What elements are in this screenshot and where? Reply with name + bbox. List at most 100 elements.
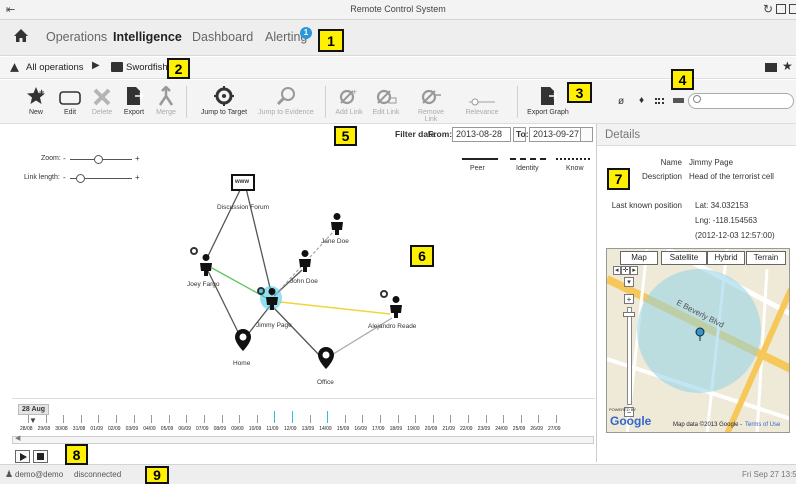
timeline-date-label: 17/09 [372, 426, 385, 432]
map-powered-by: POWERED BY [609, 407, 637, 412]
breadcrumb-root[interactable]: All operations [26, 62, 84, 73]
details-lat: Lat: 34.032153 [695, 201, 749, 210]
list-view-icon[interactable] [673, 98, 684, 103]
callout-6: 6 [410, 245, 434, 267]
timeline-scrollbar[interactable]: ◀ [12, 434, 594, 444]
timeline-tick [362, 415, 364, 423]
graph-canvas[interactable]: Zoom: - + Link length: - + Peer Identity… [0, 146, 595, 398]
timeline-date-label: 12/09 [284, 426, 297, 432]
timeline-tick [432, 415, 434, 423]
home-icon[interactable] [14, 29, 28, 45]
title-bar: ⇤ Remote Control System ↻ [0, 0, 796, 20]
scroll-left-arrow-icon[interactable]: ◀ [15, 434, 20, 442]
toolbar-separator [517, 86, 518, 118]
map-tab-map[interactable]: Map [620, 251, 658, 265]
star-icon[interactable]: ★ [782, 59, 793, 73]
timeline-date-label: 27/09 [548, 426, 561, 432]
pan-center-icon[interactable]: ✛ [620, 266, 631, 275]
callout-9: 9 [145, 466, 169, 484]
export-graph-button[interactable]: Export Graph [524, 84, 572, 116]
person-icon[interactable] [266, 288, 278, 310]
map-pin-icon[interactable] [235, 329, 251, 351]
edit-label: Edit [63, 109, 77, 116]
map-marker-icon [695, 327, 705, 341]
timeline-tick [80, 415, 82, 423]
stop-button[interactable] [33, 450, 48, 463]
map-attribution: Map data ©2013 Google - [673, 422, 743, 428]
pan-down-icon[interactable]: ▾ [624, 277, 634, 287]
search-icon [693, 95, 701, 103]
add-link-button[interactable]: + Add Link [334, 84, 364, 116]
person-icon[interactable] [390, 296, 402, 318]
timeline-date-label: 06/09 [178, 426, 191, 432]
breadcrumb-current[interactable]: Swordfish [126, 62, 168, 73]
node-office-label: Office [317, 379, 334, 386]
timeline-tick [221, 415, 223, 423]
details-timestamp: (2012-12-03 12:57:00) [695, 231, 775, 240]
map-tab-terrain[interactable]: Terrain [746, 251, 786, 265]
relevance-slider[interactable]: Relevance [462, 84, 502, 116]
node-john-label: John Doe [290, 278, 318, 285]
tab-intelligence[interactable]: Intelligence [113, 30, 182, 44]
remove-link-button[interactable]: Remove Link [411, 84, 451, 123]
map-zoom-handle[interactable] [623, 312, 635, 317]
person-icon[interactable] [331, 213, 343, 235]
map-tab-satellite[interactable]: Satellite [661, 251, 707, 265]
map-terms-link[interactable]: Terms of Use [745, 422, 780, 428]
person-icon[interactable] [299, 250, 311, 272]
details-position-label: Last known position [611, 201, 682, 210]
map-zoom-slider[interactable] [627, 307, 632, 405]
export-button[interactable]: Export [122, 84, 146, 116]
timeline-tick [503, 415, 505, 423]
timeline-date-label: 13/09 [301, 426, 315, 432]
person-icon[interactable] [200, 254, 212, 276]
window-close-icon[interactable] [789, 4, 796, 14]
timeline-tick [133, 415, 135, 423]
edit-button[interactable]: Edit [58, 84, 82, 116]
node-alejandro-label: Alejandro Reade [368, 323, 417, 330]
jump-to-target-button[interactable]: Jump to Target [198, 84, 250, 116]
graph-search-input[interactable] [688, 93, 794, 109]
filter-to-label: To: [516, 129, 529, 139]
zoom-in-icon[interactable]: + [624, 294, 634, 304]
link-tool-icon[interactable]: ø [618, 96, 624, 107]
timeline-date-label: 15/09 [336, 426, 350, 432]
map-streets [607, 249, 789, 432]
refresh-icon[interactable]: ↻ [763, 2, 773, 16]
pan-right-icon[interactable]: ▸ [630, 266, 638, 275]
map-tab-hybrid[interactable]: Hybrid [707, 251, 745, 265]
delete-button[interactable]: Delete [90, 84, 114, 116]
new-button[interactable]: + New [24, 84, 48, 116]
merge-button[interactable]: Merge [154, 84, 178, 116]
timeline-tick [186, 415, 188, 423]
tab-operations[interactable]: Operations [46, 30, 107, 44]
date-from-input[interactable]: 2013-08-28 [452, 127, 511, 142]
map-pan-control[interactable]: ◂ ✛ ▸ [613, 266, 643, 276]
link-joey-home [206, 268, 241, 337]
timeline-tick [485, 415, 487, 423]
grid-view-icon[interactable] [655, 98, 664, 104]
target-marker-icon [257, 287, 265, 295]
timeline-date-label: 11/09 [266, 426, 279, 432]
location-pin-icon[interactable]: ♦ [639, 95, 644, 106]
details-header: Details [597, 124, 796, 146]
timeline-tick [151, 415, 153, 423]
pan-left-icon[interactable]: ◂ [613, 266, 621, 275]
location-map[interactable]: Map Satellite Hybrid Terrain E Beverly B… [606, 248, 790, 433]
tab-dashboard[interactable]: Dashboard [192, 30, 253, 44]
timeline-date-label: 25/09 [512, 426, 526, 432]
play-button[interactable] [15, 450, 30, 463]
jump-to-evidence-button[interactable]: Jump to Evidence [256, 84, 316, 116]
target-icon [111, 62, 123, 72]
monitor-icon[interactable] [765, 63, 777, 72]
timeline-date-label: 09/09 [231, 426, 244, 432]
timeline-tick [380, 415, 381, 423]
node-forum[interactable]: www [231, 174, 255, 191]
calendar-to-icon[interactable] [580, 127, 593, 142]
timeline-date-label: 05/09 [160, 426, 174, 432]
date-to-input[interactable]: 2013-09-27 [529, 127, 587, 142]
map-pin-icon[interactable] [318, 347, 334, 369]
target-marker-icon [380, 290, 388, 298]
edit-link-button[interactable]: Edit Link [371, 84, 401, 116]
maximize-icon[interactable] [776, 4, 786, 14]
